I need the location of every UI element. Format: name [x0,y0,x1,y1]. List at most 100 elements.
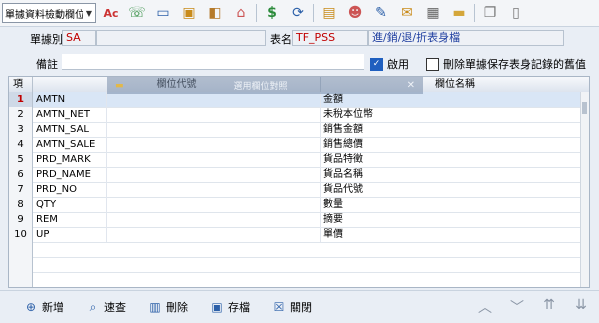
field-code-cell[interactable]: AMTN_SAL [33,122,107,137]
close-icon[interactable]: ✕ [407,80,415,91]
save-button-label: 存檔 [228,301,250,314]
save-button[interactable]: ▣ 存檔 [210,299,250,315]
table-row[interactable]: 8 QTY 數量 [9,197,581,213]
field-code-cell[interactable]: PRD_MARK [33,152,107,167]
scrollbar-thumb[interactable] [582,102,587,114]
spacer-cell [107,167,321,182]
field-name-cell[interactable]: 單價 [321,227,581,242]
table-row[interactable]: 7 PRD_NO 貨品代號 [9,182,581,198]
quick-search-button[interactable]: ⌕ 速查 [86,299,126,315]
doc-type-field[interactable]: SA [62,30,96,46]
table-field[interactable]: TF_PSS [292,30,368,46]
mail-icon[interactable]: ✉ [396,2,418,24]
bottom-bar: ⊕ 新增 ⌕ 速查 ▥ 刪除 ▣ 存檔 ☒ 關閉 ︿ ﹀ ⇈ ⇊ [0,290,599,323]
table-row[interactable]: 6 PRD_NAME 貨品名稱 [9,167,581,183]
note-input[interactable] [62,54,364,70]
home-icon[interactable]: ⌂ [230,2,252,24]
folder-icon: ▬ [115,80,124,91]
chevron-up-icon[interactable]: ︿ [475,297,495,317]
row-number: 7 [9,182,33,197]
table-row[interactable]: 3 AMTN_SAL 銷售金額 [9,122,581,138]
field-name-cell[interactable]: 貨品名稱 [321,167,581,182]
search-icon: ⌕ [89,299,97,314]
checkbox-empty-icon [426,57,439,71]
field-code-cell[interactable]: AMTN_SALE [33,137,107,152]
users-icon[interactable]: ☻ [344,2,366,24]
enabled-label: 啟用 [387,58,409,71]
field-code-cell[interactable]: UP [33,227,107,242]
spacer-cell [107,212,321,227]
chevron-down-icon[interactable]: ﹀ [507,297,527,317]
table-row[interactable]: 2 AMTN_NET 未稅本位幣 [9,107,581,123]
vertical-scrollbar[interactable] [580,92,589,287]
spacer-cell [107,137,321,152]
drag-overlay-panel: ▬ 選用欄位對照 ✕ [107,77,423,94]
table-row[interactable]: 10 UP 單價 [9,227,581,243]
field-name-cell[interactable]: 金額 [321,92,581,107]
empty-row[interactable] [9,257,581,273]
copy-icon[interactable]: ❐ [479,2,501,24]
row-number [9,242,33,257]
document-icon[interactable]: ▯ [505,2,527,24]
table-row[interactable]: 1 AMTN 金額 [9,92,581,108]
add-button[interactable]: ⊕ 新增 [24,299,64,315]
abc-icon[interactable]: Ac [100,2,122,24]
row-number: 2 [9,107,33,122]
field-code-cell[interactable]: AMTN_NET [33,107,107,122]
calculator-icon[interactable]: ▦ [422,2,444,24]
field-code-cell[interactable]: REM [33,212,107,227]
row-number: 8 [9,197,33,212]
double-chevron-up-icon[interactable]: ⇈ [539,297,559,317]
phone-icon[interactable]: ☏ [126,2,148,24]
field-name-cell[interactable]: 摘要 [321,212,581,227]
plus-circle-icon: ⊕ [25,300,37,314]
field-code-cell[interactable]: PRD_NAME [33,167,107,182]
refresh-icon[interactable]: ⟳ [287,2,309,24]
table-row[interactable]: 5 PRD_MARK 貨品特徵 [9,152,581,168]
field-name-cell[interactable]: 銷售總價 [321,137,581,152]
close-button[interactable]: ☒ 關閉 [272,299,312,315]
spacer-cell [107,92,321,107]
delete-button[interactable]: ▥ 刪除 [148,299,188,315]
double-chevron-down-icon[interactable]: ⇊ [571,297,591,317]
empty-row[interactable] [9,242,581,258]
field-code-cell[interactable]: PRD_NO [33,182,107,197]
delete-keep-old-checkbox[interactable]: 刪除單據保存表身記錄的舊值 [426,56,586,72]
dollar-icon[interactable]: $ [261,2,283,24]
briefcase-icon[interactable]: ◧ [204,2,226,24]
monitor-icon[interactable]: ▭ [152,2,174,24]
field-name-cell[interactable]: 銷售金額 [321,122,581,137]
table-label: 表名 [270,33,292,46]
toolbar-divider [256,4,257,22]
table-row[interactable]: 4 AMTN_SALE 銷售總價 [9,137,581,153]
enabled-checkbox[interactable]: ✓ 啟用 [370,56,409,72]
field-name-cell[interactable]: 貨品代號 [321,182,581,197]
program-select[interactable]: 單據資料檢動欄位 ▼ [2,3,96,23]
field-name-cell[interactable]: 未稅本位幣 [321,107,581,122]
save-icon: ▣ [211,300,223,314]
row-number: 10 [9,227,33,242]
edit-icon[interactable]: ✎ [370,2,392,24]
spacer-cell [107,107,321,122]
chevron-down-icon[interactable]: ▼ [83,9,95,18]
record-navigation: ︿ ﹀ ⇈ ⇊ [463,297,591,317]
empty-row[interactable] [9,272,581,287]
clipboard-icon[interactable]: ▤ [318,2,340,24]
table-row[interactable]: 9 REM 摘要 [9,212,581,228]
field-name-cell[interactable]: 貨品特徵 [321,152,581,167]
row-number [9,272,33,287]
close-box-icon: ☒ [273,300,285,314]
row-number: 9 [9,212,33,227]
field-code-cell[interactable]: AMTN [33,92,107,107]
quick-search-button-label: 速查 [104,301,126,314]
row-number [9,257,33,272]
spacer-cell [107,152,321,167]
lock-icon[interactable]: ▣ [178,2,200,24]
field-code-cell[interactable]: QTY [33,197,107,212]
toolbar-divider [313,4,314,22]
field-name-cell[interactable]: 數量 [321,197,581,212]
folder-icon[interactable]: ▬ [448,2,470,24]
trash-icon: ▥ [149,300,161,314]
col-header-num[interactable]: 項 [9,77,33,92]
program-select-value: 單據資料檢動欄位 [5,9,83,21]
